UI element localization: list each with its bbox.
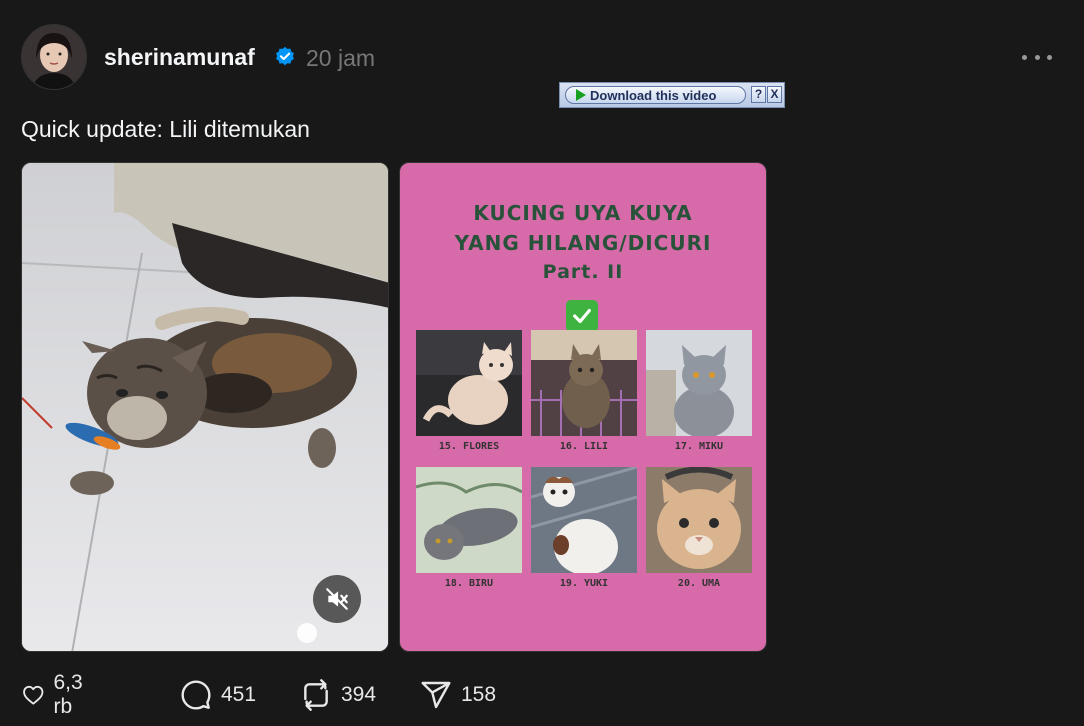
verified-badge-icon: [276, 46, 294, 66]
post-caption: Quick update: Lili ditemukan: [21, 116, 310, 142]
comment-icon: [181, 680, 211, 710]
cat-label-yuki: 19. YUKI: [559, 578, 609, 589]
play-icon: [576, 89, 586, 101]
cat-photo-flores: [416, 330, 522, 436]
share-count: 158: [461, 683, 497, 706]
poster-title-line1: KUCING UYA KUYA: [473, 201, 693, 225]
lost-cats-poster[interactable]: KUCING UYA KUYA YANG HILANG/DICURI Part.…: [399, 162, 767, 652]
download-video-label: Download this video: [590, 87, 717, 103]
cat-photo-yuki: [531, 467, 637, 573]
like-button[interactable]: 6,3 rb: [21, 671, 92, 718]
heart-icon: [23, 685, 44, 705]
more-icon[interactable]: [1022, 44, 1052, 70]
cat-photo-miku: [646, 330, 752, 436]
repost-icon: [304, 679, 328, 711]
share-button[interactable]: 158: [419, 678, 496, 712]
avatar[interactable]: [21, 24, 87, 90]
cat-video[interactable]: [21, 162, 389, 652]
repost-button[interactable]: 394: [299, 678, 376, 712]
mute-button[interactable]: [313, 575, 361, 623]
poster-title-line2: YANG HILANG/DICURI: [454, 231, 712, 255]
mute-icon: [326, 588, 348, 610]
help-button[interactable]: ?: [751, 86, 766, 103]
username[interactable]: sherinamunaf: [104, 44, 255, 71]
post-time[interactable]: 20 jam: [306, 45, 375, 72]
like-count: 6,3 rb: [53, 671, 83, 718]
cat-label-flores: 15. FLORES: [438, 441, 500, 452]
close-button[interactable]: X: [767, 86, 782, 103]
repost-count: 394: [341, 683, 377, 706]
download-video-bar: Download this video ? X: [559, 82, 785, 108]
cat-photo-uma: [646, 467, 752, 573]
check-mark-icon: [566, 300, 598, 332]
cat-label-uma: 20. UMA: [677, 578, 721, 589]
poster-title-line3: Part. II: [542, 261, 624, 283]
share-icon: [421, 681, 451, 709]
download-video-button[interactable]: Download this video: [565, 86, 746, 104]
cat-label-biru: 18. BIRU: [444, 578, 494, 589]
cat-photo-lili: [531, 330, 637, 436]
cat-label-miku: 17. MIKU: [674, 441, 724, 452]
comment-count: 451: [221, 683, 257, 706]
cat-photo-biru: [416, 467, 522, 573]
comment-button[interactable]: 451: [179, 678, 256, 712]
cat-label-lili: 16. LILI: [559, 441, 609, 452]
